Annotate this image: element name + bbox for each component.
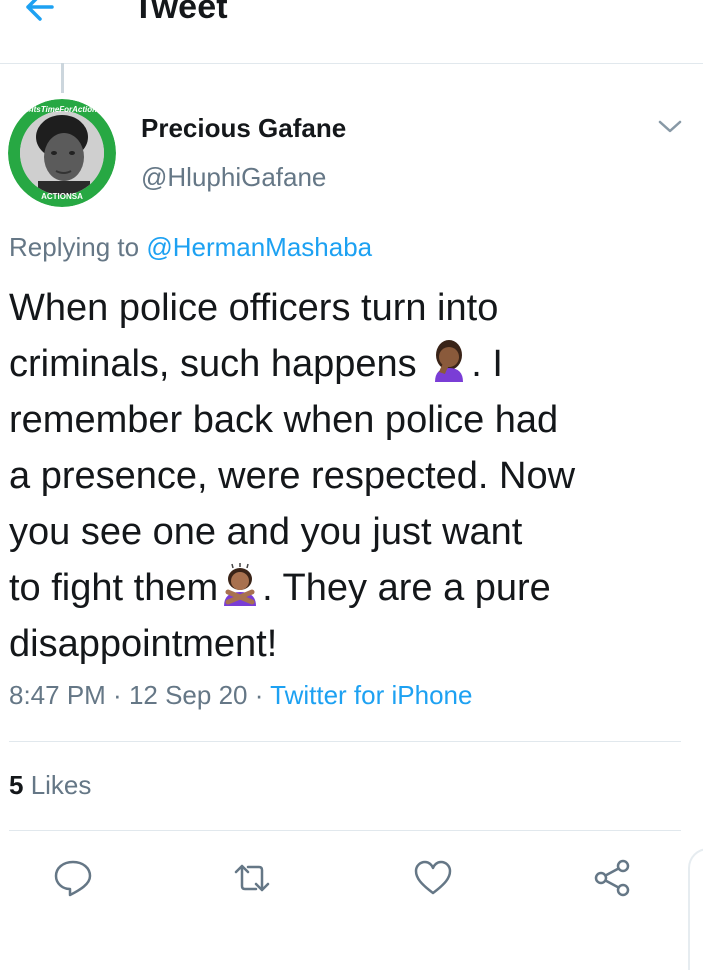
likes-stat[interactable]: 5 Likes (9, 770, 91, 801)
back-arrow-icon[interactable] (22, 0, 62, 24)
tweet-text: When police officers turn into criminals… (9, 280, 679, 672)
thread-connector (61, 63, 64, 93)
header-bar: Tweet (0, 0, 703, 64)
author-display-name[interactable]: Precious Gafane (141, 113, 346, 144)
avatar-badge-bottom: ACTIONSA (41, 192, 83, 201)
no-gesture-emoji (224, 563, 257, 606)
face-palm-emoji (435, 340, 464, 382)
screen-edge-overlay (688, 848, 703, 970)
page-title: Tweet (133, 0, 228, 26)
replying-to-mention[interactable]: @HermanMashaba (146, 232, 372, 262)
chevron-down-icon[interactable] (655, 115, 685, 139)
tweet-line: disappointment! (9, 623, 278, 665)
divider (9, 741, 681, 742)
tweet-meta: 8:47 PM · 12 Sep 20 · Twitter for iPhone (9, 680, 473, 710)
likes-count: 5 (9, 770, 24, 800)
tweet-line: you see one and you just want (9, 511, 523, 553)
share-icon[interactable] (593, 858, 633, 898)
tweet-source-link[interactable]: Twitter for iPhone (270, 680, 472, 710)
avatar-badge-top: #ItsTimeForAction (27, 105, 97, 114)
tweet-line: remember back when police had (9, 399, 559, 441)
tweet-line: to fight them . They are a pure (9, 560, 679, 616)
retweet-icon[interactable] (232, 858, 272, 898)
tweet-date: 12 Sep 20 (128, 680, 248, 710)
author-handle[interactable]: @HluphiGafane (141, 162, 326, 193)
replying-to: Replying to @HermanMashaba (9, 232, 372, 263)
divider (9, 830, 681, 831)
replying-to-label: Replying to (9, 232, 147, 262)
tweet-line: criminals, such happens . I (9, 336, 679, 392)
tweet-line: When police officers turn into (9, 287, 499, 329)
avatar[interactable]: #ItsTimeForAction ACTIONSA (8, 99, 116, 207)
likes-label: Likes (23, 770, 92, 800)
reply-icon[interactable] (53, 858, 93, 898)
tweet-line: a presence, were respected. Now (9, 455, 576, 497)
like-icon[interactable] (413, 858, 453, 898)
tweet-time: 8:47 PM (9, 680, 106, 710)
avatar-image: #ItsTimeForAction ACTIONSA (8, 99, 116, 207)
